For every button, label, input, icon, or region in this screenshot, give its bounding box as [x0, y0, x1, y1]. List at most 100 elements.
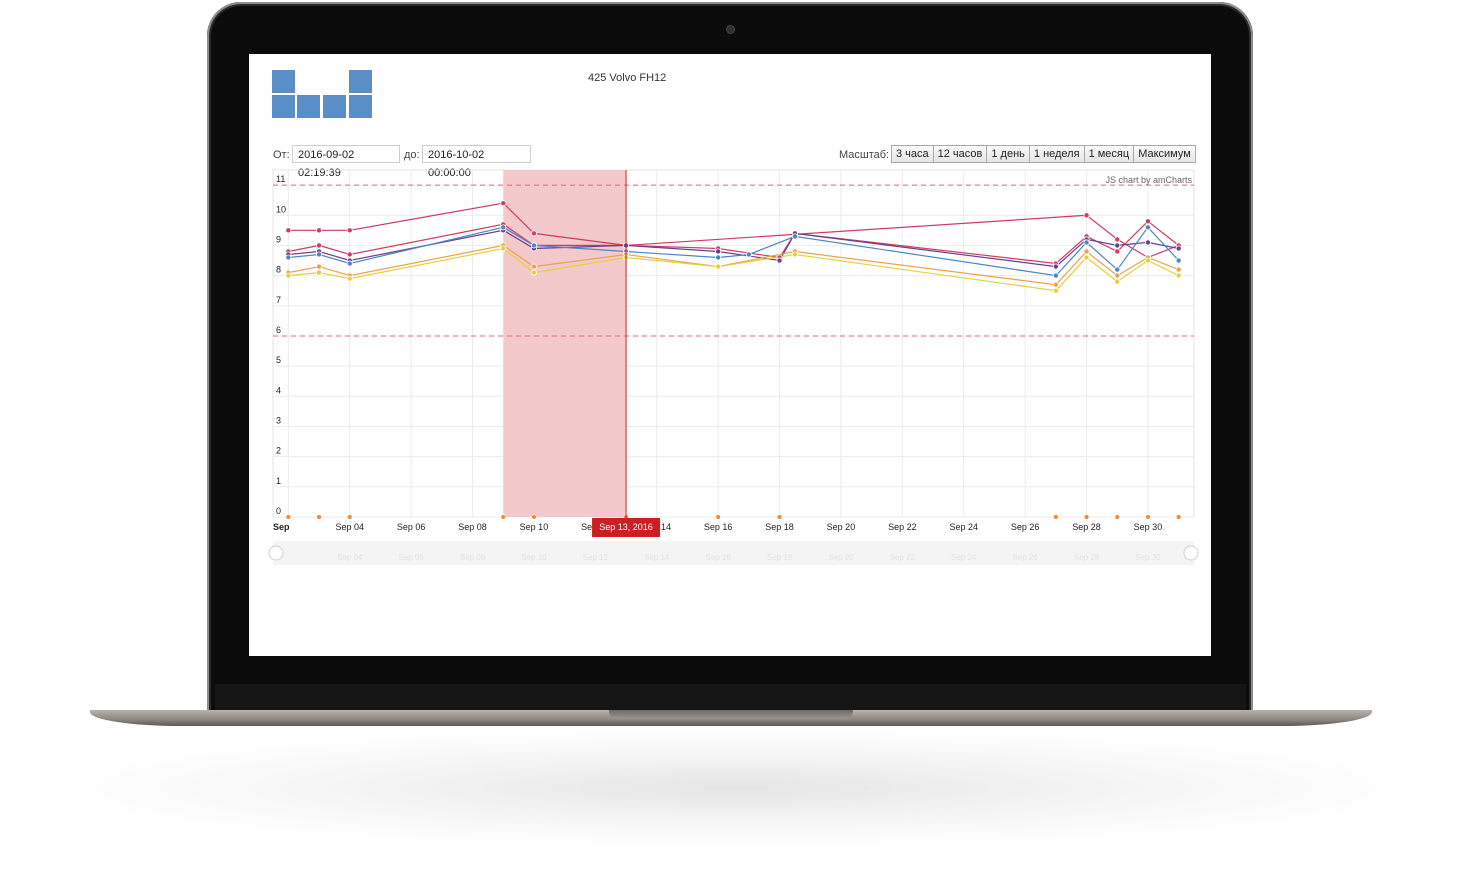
series-point: [1083, 239, 1090, 246]
x-tick-label: Sep 28: [1072, 522, 1101, 532]
zero-marker: [316, 514, 322, 520]
zero-marker: [1175, 514, 1182, 520]
zero-marker: [1145, 514, 1151, 520]
scrollbar-tick-label: Sep 24: [951, 553, 977, 562]
y-tick-label: 11: [276, 174, 285, 184]
y-tick-label: 6: [276, 325, 281, 335]
y-tick-label: 2: [276, 446, 281, 456]
series-point: [1144, 257, 1151, 264]
series-point: [1175, 245, 1182, 252]
zero-marker: [776, 514, 783, 520]
cursor-date-label: Sep 13, 2016: [599, 522, 653, 532]
series-point: [1175, 266, 1182, 273]
series-line: [288, 220, 1179, 265]
series-point: [285, 227, 292, 234]
x-tick-label: Sep 08: [458, 522, 487, 532]
laptop-bezel: [215, 684, 1246, 710]
y-tick-label: 4: [276, 385, 281, 395]
scrollbar-tick-label: Sep 16: [705, 553, 731, 562]
scrollbar-tick-label: Sep 22: [890, 553, 916, 562]
zero-marker: [1114, 514, 1120, 520]
y-tick-label: 9: [276, 234, 281, 244]
series-line: [288, 247, 1179, 292]
scrollbar-tick-label: Sep 20: [828, 553, 854, 562]
series-point: [346, 251, 353, 258]
line-chart[interactable]: 0 1 2 3 4 5 6 7 8 9 10 11 Sep Sep 04 Sep 06 Sep 08 Sep …: [249, 54, 1211, 656]
series-point: [1083, 254, 1090, 261]
series-point: [346, 275, 353, 282]
chart-scrollbar[interactable]: Sep 04 Sep 06 Sep 08 Sep 10 Sep 12 Sep 14 Sep …: [268, 541, 1199, 565]
cursor-balloon: Sep 13, 2016: [592, 518, 661, 537]
series-point: [1114, 272, 1121, 279]
series-point: [316, 263, 323, 270]
series-point: [316, 227, 323, 234]
x-tick-label: Sep 10: [520, 522, 549, 532]
series-point: [500, 200, 507, 207]
series-point: [1175, 257, 1182, 264]
series-point: [1083, 212, 1090, 219]
webcam: [727, 26, 734, 33]
series-point: [316, 269, 323, 276]
series-point: [530, 242, 537, 249]
y-tick-label: 0: [276, 506, 281, 516]
series-point: [715, 248, 722, 255]
scrollbar-tick-label: Sep 14: [644, 553, 670, 562]
scrollbar-tick-label: Sep 18: [767, 553, 793, 562]
y-tick-label: 7: [276, 295, 281, 305]
chart-grid: [272, 169, 1195, 518]
series-point: [316, 251, 323, 258]
y-tick-label: 5: [276, 355, 281, 365]
zero-marker: [1083, 514, 1090, 520]
laptop-hinge-notch: [609, 710, 853, 719]
series-line: [288, 202, 1179, 259]
series-point: [530, 269, 537, 276]
series-point: [1144, 224, 1151, 231]
series-point: [776, 257, 783, 264]
series-point: [745, 251, 752, 258]
series-point: [1175, 272, 1182, 279]
series-point: [1114, 266, 1121, 273]
chart-points: [285, 200, 1182, 520]
zero-marker: [347, 514, 353, 520]
series-point: [316, 242, 323, 249]
zero-marker: [531, 514, 537, 520]
x-tick-label: Sep 22: [888, 522, 917, 532]
series-point: [500, 245, 507, 252]
laptop-shadow: [40, 728, 1432, 848]
series-point: [715, 263, 722, 270]
series-point: [715, 254, 722, 261]
series-point: [346, 227, 353, 234]
scrollbar-tick-label: Sep 12: [583, 553, 609, 562]
x-tick-label: Sep 18: [765, 522, 794, 532]
scrollbar-tick-label: Sep 06: [398, 553, 424, 562]
scrollbar-tick-label: Sep 04: [337, 553, 363, 562]
chart-credit[interactable]: JS chart by amCharts: [1105, 175, 1192, 185]
series-point: [791, 233, 798, 240]
y-axis-ticks: 0 1 2 3 4 5 6 7 8 9 10 11: [276, 174, 286, 516]
y-tick-label: 1: [276, 476, 281, 486]
series-point: [1052, 272, 1059, 279]
series-point: [346, 260, 353, 267]
series-line: [288, 226, 1180, 277]
x-tick-label: Sep 20: [827, 522, 856, 532]
series-point: [1144, 239, 1151, 246]
x-tick-label: Sep 30: [1134, 522, 1163, 532]
zero-marker: [1053, 514, 1059, 520]
y-tick-label: 3: [276, 415, 281, 425]
series-point: [1052, 263, 1059, 270]
series-point: [1052, 287, 1059, 294]
series-point: [1083, 248, 1090, 255]
scrollbar-right-handle: [1183, 545, 1199, 561]
y-tick-label: 8: [276, 265, 281, 275]
x-tick-label: Sep 26: [1011, 522, 1040, 532]
chart-series: [288, 202, 1180, 292]
series-point: [500, 224, 507, 231]
scrollbar-tick-label: Sep 28: [1074, 553, 1100, 562]
zero-marker: [500, 514, 506, 520]
y-tick-label: 10: [276, 204, 286, 214]
series-point: [530, 230, 537, 237]
series-point: [285, 254, 292, 261]
x-tick-label: Sep: [273, 522, 290, 532]
series-point: [791, 251, 798, 258]
scrollbar-tick-label: Sep 10: [521, 553, 547, 562]
